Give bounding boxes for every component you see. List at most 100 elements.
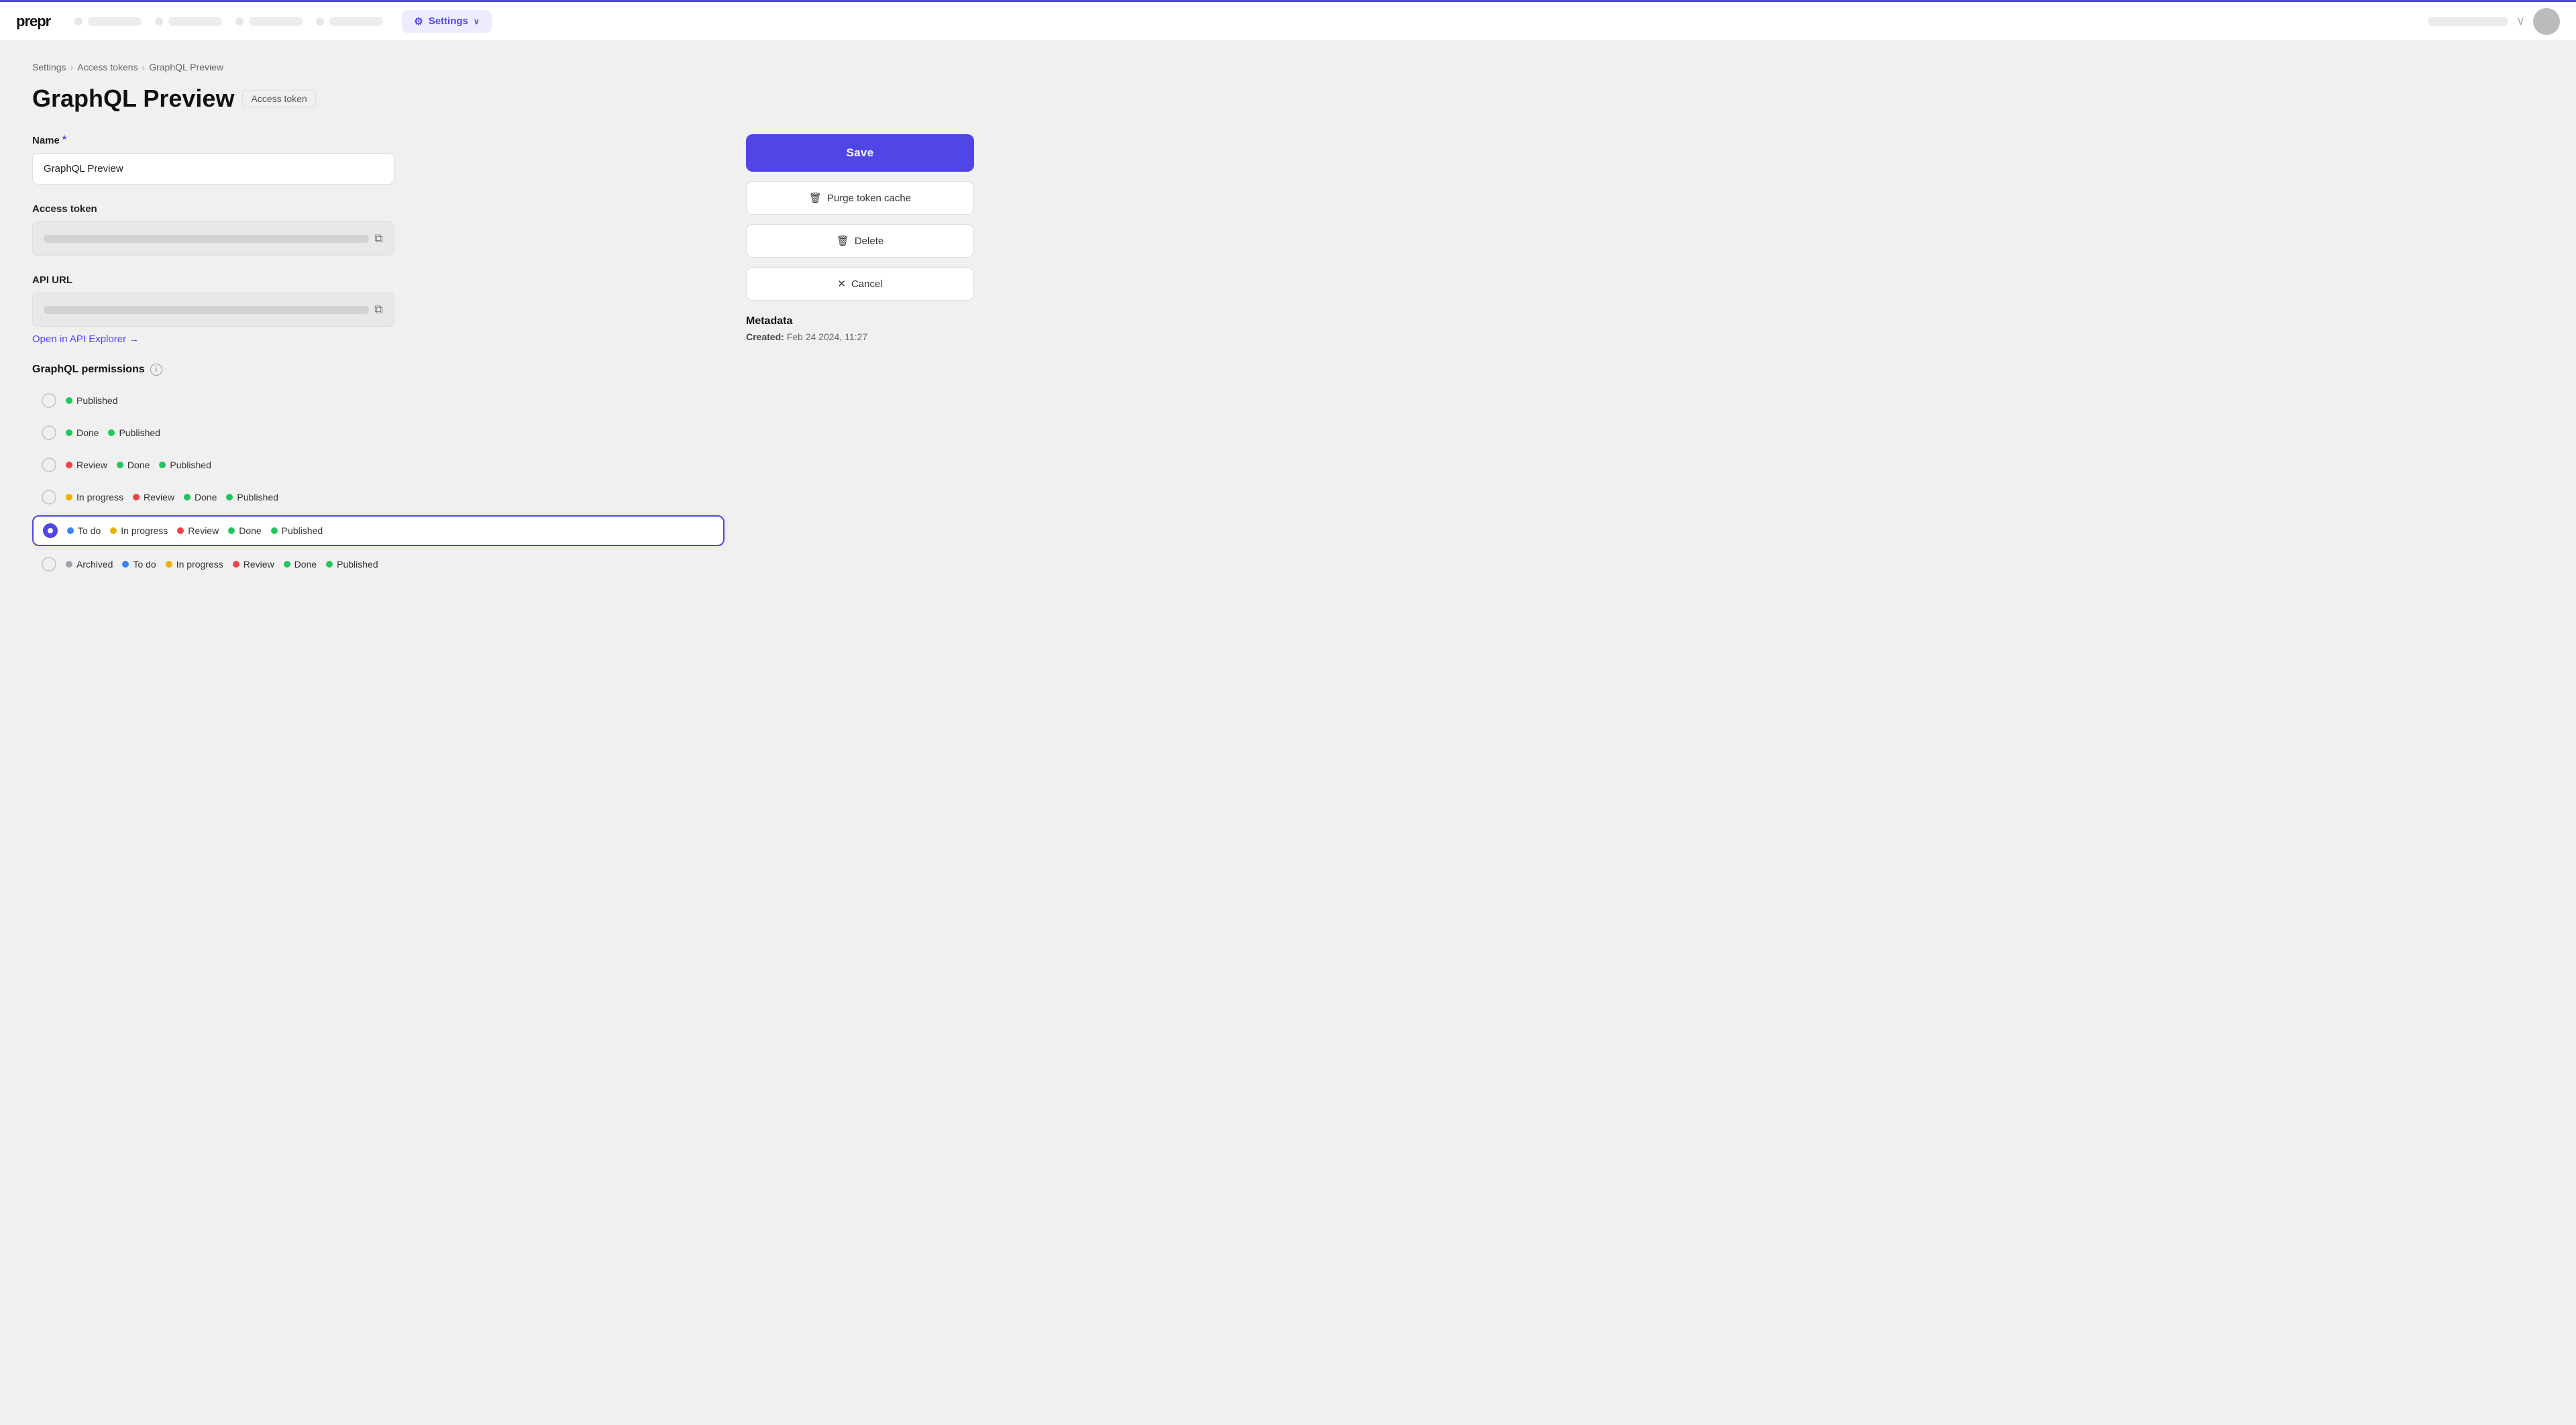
gray-dot-icon <box>66 561 72 568</box>
status-tag: Done <box>284 559 317 570</box>
nav-right: ∨ <box>2428 8 2560 35</box>
api-url-field-group: API URL ⧉ Open in API Explorer → <box>32 274 724 345</box>
green-dot-icon <box>159 462 166 468</box>
permission-row-1[interactable]: Done Published <box>32 419 724 447</box>
status-tag-label: Done <box>239 525 261 536</box>
green-dot-icon <box>326 561 333 568</box>
copy-token-icon[interactable]: ⧉ <box>374 231 383 246</box>
topnav: prepr ⚙ Settings ∨ ∨ <box>0 0 2576 40</box>
content-grid: Name * Access token ⧉ API URL ⧉ <box>32 134 974 582</box>
status-tag-label: Published <box>337 559 378 570</box>
green-dot-icon <box>228 527 235 534</box>
delete-button[interactable]: 🗑 Delete <box>746 224 974 258</box>
status-tag: Archived <box>66 559 113 570</box>
settings-tab[interactable]: ⚙ Settings ∨ <box>402 10 491 33</box>
avatar[interactable] <box>2533 8 2560 35</box>
permission-radio-0[interactable] <box>42 393 56 408</box>
permissions-label: GraphQL permissions i <box>32 364 724 376</box>
status-tag: Review <box>177 525 219 536</box>
permission-radio-4[interactable] <box>43 523 58 538</box>
nav-pill <box>88 17 142 26</box>
purge-token-button[interactable]: 🗑 Purge token cache <box>746 181 974 215</box>
status-tag: Done <box>66 427 99 438</box>
required-indicator: * <box>62 134 66 146</box>
metadata-created: Created: Feb 24 2024, 11:27 <box>746 331 974 342</box>
breadcrumb-sep-2: › <box>142 62 146 72</box>
green-dot-icon <box>284 561 290 568</box>
name-input[interactable] <box>32 153 394 184</box>
status-tag: Published <box>66 395 118 406</box>
settings-tab-label: Settings <box>429 15 468 27</box>
nav-placeholder-1 <box>74 17 142 26</box>
delete-icon: 🗑 <box>837 235 849 247</box>
access-token-field-group: Access token ⧉ <box>32 203 724 256</box>
status-tag: Done <box>117 460 150 470</box>
status-tag: In progress <box>110 525 168 536</box>
status-tag: To do <box>67 525 101 536</box>
green-dot-icon <box>66 429 72 436</box>
name-label: Name * <box>32 134 724 146</box>
permission-radio-2[interactable] <box>42 458 56 472</box>
permission-radio-1[interactable] <box>42 425 56 440</box>
permission-row-2[interactable]: Review Done Published <box>32 451 724 479</box>
permission-row-3[interactable]: In progressReviewDonePublished <box>32 483 724 511</box>
status-tag: Review <box>133 492 174 503</box>
status-tag: Published <box>108 427 160 438</box>
status-tag-label: Published <box>282 525 323 536</box>
green-dot-icon <box>226 494 233 500</box>
api-url-masked <box>44 306 369 314</box>
access-token-badge: Access token <box>242 90 315 107</box>
name-field-group: Name * <box>32 134 724 184</box>
close-icon: ✕ <box>837 278 846 290</box>
status-tag: Review <box>233 559 274 570</box>
status-tag-label: Review <box>76 460 107 470</box>
status-tag-label: Done <box>127 460 150 470</box>
status-tag-label: In progress <box>76 492 123 503</box>
nav-dot <box>316 17 324 25</box>
nav-pill <box>329 17 383 26</box>
status-tag: Review <box>66 460 107 470</box>
permission-radio-3[interactable] <box>42 490 56 505</box>
permission-row-0[interactable]: Published <box>32 386 724 415</box>
logo: prepr <box>16 13 50 30</box>
created-label: Created: <box>746 331 784 342</box>
red-dot-icon <box>177 527 184 534</box>
cancel-button[interactable]: ✕ Cancel <box>746 267 974 301</box>
permissions-info-icon[interactable]: i <box>150 364 162 376</box>
left-panel: Name * Access token ⧉ API URL ⧉ <box>32 134 724 582</box>
status-tag-label: In progress <box>121 525 168 536</box>
nav-placeholder-2 <box>155 17 222 26</box>
red-dot-icon <box>133 494 140 500</box>
nav-pill <box>249 17 303 26</box>
status-tag: To do <box>122 559 156 570</box>
chevron-down-icon: ∨ <box>474 17 480 26</box>
green-dot-icon <box>117 462 123 468</box>
permission-row-4[interactable]: To do In progress Review Done Published <box>32 515 724 546</box>
status-tag: In progress <box>166 559 223 570</box>
status-tag: Published <box>159 460 211 470</box>
blue-dot-icon <box>122 561 129 568</box>
status-tag-label: Archived <box>76 559 113 570</box>
created-value: Feb 24 2024, 11:27 <box>787 331 867 342</box>
status-tag-label: Review <box>244 559 274 570</box>
access-token-masked <box>44 235 369 243</box>
red-dot-icon <box>66 462 72 468</box>
permission-row-5[interactable]: Archived To do In progress Review Done Publis… <box>32 550 724 578</box>
yellow-dot-icon <box>66 494 72 500</box>
copy-url-icon[interactable]: ⧉ <box>374 303 383 317</box>
api-url-field: ⧉ <box>32 293 394 327</box>
status-tag-label: Done <box>294 559 317 570</box>
access-token-label: Access token <box>32 203 724 215</box>
status-tag-label: Published <box>119 427 160 438</box>
save-button[interactable]: Save <box>746 134 974 172</box>
breadcrumb-settings[interactable]: Settings <box>32 62 66 72</box>
nav-dot <box>74 17 83 25</box>
breadcrumb-access-tokens[interactable]: Access tokens <box>77 62 138 72</box>
permission-radio-5[interactable] <box>42 557 56 572</box>
status-tag: Published <box>271 525 323 536</box>
api-explorer-link[interactable]: Open in API Explorer → <box>32 333 724 345</box>
status-tag: Done <box>184 492 217 503</box>
purge-icon: 🗑 <box>809 192 822 204</box>
nav-dot <box>235 17 244 25</box>
green-dot-icon <box>66 397 72 404</box>
